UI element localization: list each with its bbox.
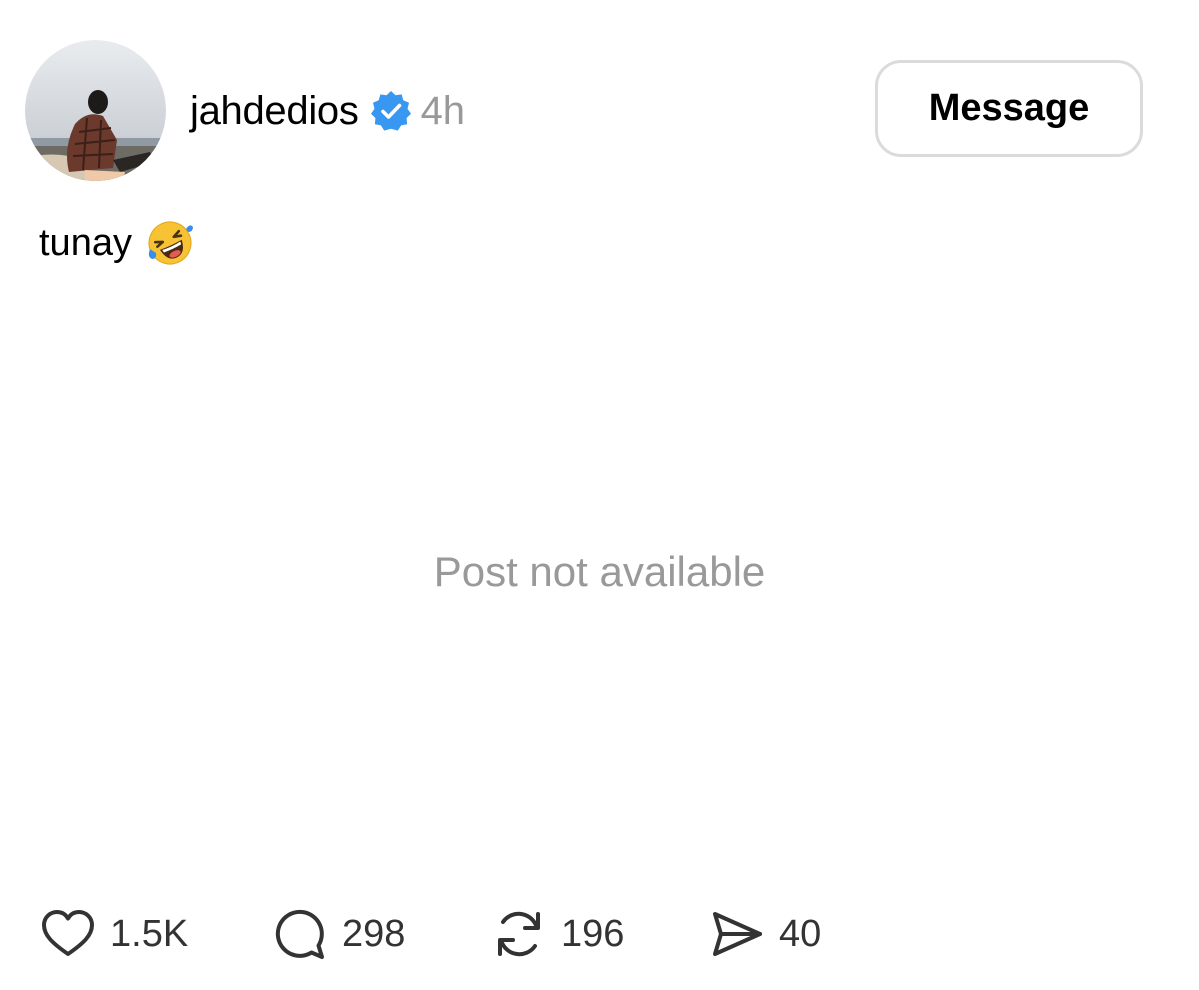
rolling-laughing-emoji-icon — [146, 219, 194, 267]
post-unavailable-message: Post not available — [433, 548, 766, 595]
share-count: 40 — [779, 912, 822, 955]
username[interactable]: jahdedios — [190, 89, 359, 134]
comment-count: 298 — [342, 912, 406, 955]
repost-icon — [498, 911, 540, 957]
paper-plane-icon — [713, 912, 762, 956]
comment-bubble-icon — [275, 909, 324, 959]
verified-badge-icon — [369, 89, 413, 133]
post-time: 4h — [420, 88, 466, 133]
repost-button[interactable]: 196 — [491, 906, 709, 962]
repost-count: 196 — [561, 912, 625, 955]
post-header: jahdedios 4h — [190, 84, 465, 138]
comment-button[interactable]: 298 — [272, 906, 491, 962]
like-count: 1.5K — [110, 912, 189, 955]
post-caption: tunay — [39, 218, 194, 268]
like-button[interactable]: 1.5K — [40, 908, 272, 960]
message-button[interactable]: Message — [875, 60, 1143, 157]
avatar[interactable] — [25, 40, 166, 181]
avatar-photo — [25, 40, 166, 181]
caption-text: tunay — [39, 221, 132, 264]
share-button[interactable]: 40 — [709, 906, 849, 962]
heart-icon — [42, 910, 94, 956]
action-bar: 1.5K 298 196 40 — [40, 904, 849, 964]
